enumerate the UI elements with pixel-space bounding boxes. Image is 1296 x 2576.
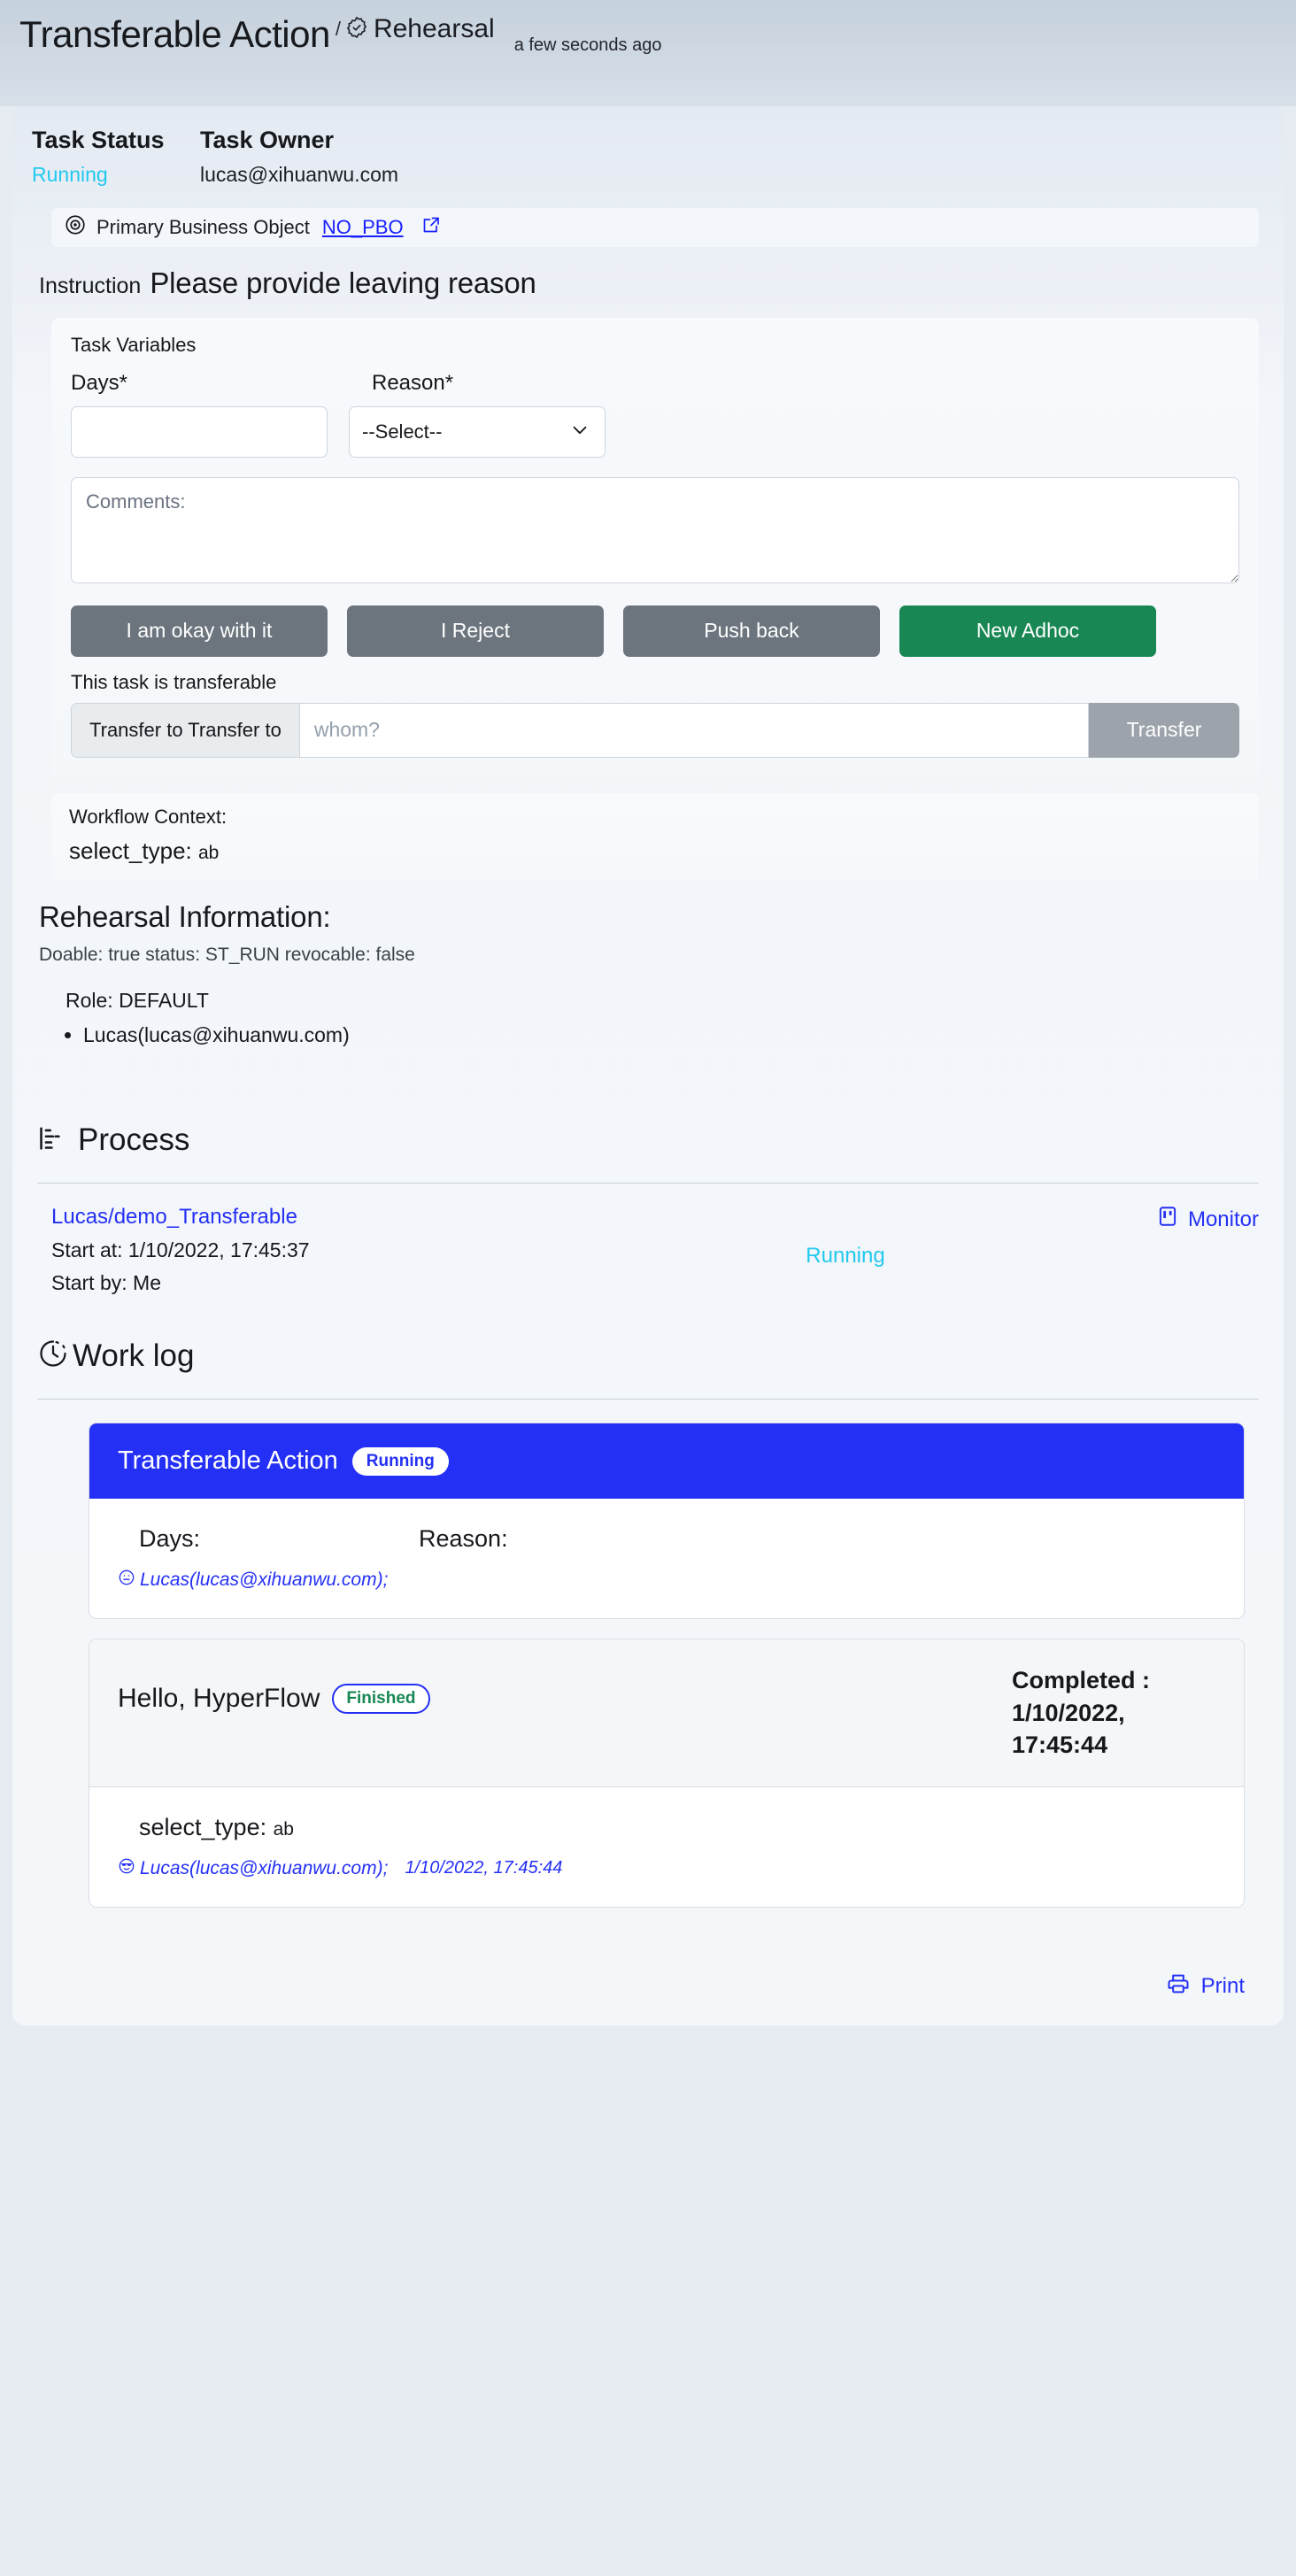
pbo-label: Primary Business Object: [96, 215, 310, 238]
completed-block: Completed : 1/10/2022, 17:45:44: [1012, 1664, 1215, 1761]
worklog-card-header: Hello, HyperFlow Finished Completed : 1/…: [89, 1639, 1244, 1787]
monitor-button[interactable]: Monitor: [1156, 1205, 1259, 1234]
process-section-header: Process: [37, 1122, 1284, 1158]
worklog-actor: Lucas(lucas@xihuanwu.com); 1/10/2022, 17…: [118, 1857, 1215, 1880]
status-badge: Running: [351, 1446, 449, 1476]
process-start-at: Start at: 1/10/2022, 17:45:37: [51, 1238, 310, 1262]
task-variables-title: Task Variables: [71, 333, 197, 356]
primary-business-object-bar: Primary Business Object NO_PBO: [51, 207, 1259, 247]
task-owner-label: Task Owner: [200, 127, 335, 153]
comments-textarea[interactable]: [71, 476, 1239, 583]
push-back-button[interactable]: Push back: [623, 605, 880, 657]
completed-value: 1/10/2022, 17:45:44: [1012, 1699, 1125, 1759]
external-link-icon[interactable]: [420, 214, 442, 240]
sunglasses-face-icon: [118, 1857, 135, 1880]
transfer-row: Transfer to Transfer to Transfer: [71, 702, 1239, 758]
task-status-block: Task Status Running: [32, 126, 200, 187]
process-link[interactable]: Lucas/demo_Transferable: [51, 1205, 297, 1229]
transferable-note: This task is transferable: [71, 670, 277, 693]
process-list-icon: [37, 1123, 67, 1158]
workflow-context-card: Workflow Context: select_type: ab: [51, 792, 1259, 881]
time-ago: a few seconds ago: [513, 35, 662, 55]
process-summary-row: Lucas/demo_Transferable Start at: 1/10/2…: [51, 1205, 1259, 1295]
worklog-card-header: Transferable Action Running: [89, 1423, 1244, 1500]
printer-icon: [1166, 1971, 1191, 2002]
page-footer: Print: [12, 1955, 1284, 2025]
status-badge: Finished: [332, 1684, 430, 1715]
print-button[interactable]: Print: [1166, 1971, 1245, 2002]
task-detail-panel: Task Status Running Task Owner lucas@xih…: [12, 106, 1284, 1955]
action-buttons: I am okay with it I Reject Push back New…: [71, 605, 1239, 657]
rehearsal-heading: Rehearsal Information:: [39, 899, 331, 933]
monitor-label: Monitor: [1187, 1207, 1259, 1231]
monitor-icon: [1156, 1205, 1179, 1234]
days-label: Days*: [71, 370, 128, 395]
pbo-link[interactable]: NO_PBO: [322, 216, 404, 239]
task-status-value: Running: [32, 162, 108, 186]
divider: [37, 1183, 1259, 1184]
workflow-context-title: Workflow Context:: [69, 805, 228, 828]
process-heading: Process: [78, 1122, 190, 1158]
worklog-card-title: Transferable Action: [118, 1446, 338, 1476]
clock-icon: [37, 1338, 69, 1374]
approve-button[interactable]: I am okay with it: [71, 605, 328, 657]
new-adhoc-button[interactable]: New Adhoc: [899, 605, 1156, 657]
neutral-face-icon: [118, 1569, 135, 1592]
reject-button[interactable]: I Reject: [347, 605, 604, 657]
page-header: Transferable Action / Rehearsal a few se…: [0, 0, 1296, 106]
instruction-label: Instruction: [39, 273, 142, 298]
task-summary: Task Status Running Task Owner lucas@xih…: [12, 106, 1284, 199]
worklog-timestamp: 1/10/2022, 17:45:44: [405, 1858, 563, 1878]
worklog-var-key: select_type:: [139, 1813, 267, 1840]
rehearsal-summary: Doable: true status: ST_RUN revocable: f…: [39, 944, 415, 965]
breadcrumb: Transferable Action / Rehearsal: [19, 13, 495, 55]
worklog-var-value: ab: [273, 1818, 294, 1839]
days-input[interactable]: [71, 405, 328, 458]
worklog-section-header: Work log: [37, 1338, 1284, 1374]
task-status-label: Task Status: [32, 127, 165, 153]
transfer-to-input[interactable]: [298, 702, 1089, 758]
worklog-actor: Lucas(lucas@xihuanwu.com);: [118, 1569, 1215, 1592]
task-variables-card: Task Variables Days* Reason* --Select-- …: [51, 317, 1259, 777]
reason-label: Reason*: [372, 370, 454, 395]
workflow-context-value: ab: [197, 842, 220, 863]
list-item: Lucas(lucas@xihuanwu.com): [83, 1020, 1284, 1051]
instruction-text: Please provide leaving reason: [150, 266, 536, 299]
instruction-row: Instruction Please provide leaving reaso…: [12, 247, 1284, 305]
transfer-addon-label: Transfer to Transfer to: [71, 702, 299, 758]
worklog-card: Transferable Action Running Days: Reason…: [89, 1423, 1245, 1620]
worklog-card: Hello, HyperFlow Finished Completed : 1/…: [89, 1639, 1245, 1908]
divider: [37, 1399, 1259, 1400]
reason-select[interactable]: --Select--: [349, 405, 606, 458]
days-readonly-label: Days:: [139, 1525, 201, 1553]
worklog-card-body: select_type: ab Lucas(lucas@xihuanwu.com…: [89, 1787, 1244, 1907]
rehearsal-member-list: Lucas(lucas@xihuanwu.com): [53, 1020, 1284, 1051]
process-state: Running: [806, 1244, 885, 1269]
worklog-actor-name: Lucas(lucas@xihuanwu.com);: [140, 1570, 389, 1591]
worklog-actor-name: Lucas(lucas@xihuanwu.com);: [140, 1857, 389, 1878]
target-icon: [64, 213, 87, 241]
worklog-card-title: Hello, HyperFlow: [118, 1684, 320, 1714]
breadcrumb-separator: /: [335, 18, 341, 40]
worklog-heading: Work log: [73, 1338, 195, 1373]
transfer-button[interactable]: Transfer: [1089, 702, 1239, 758]
task-owner-value: lucas@xihuanwu.com: [200, 162, 399, 186]
breadcrumb-rehearsal: Rehearsal: [373, 14, 495, 43]
rehearsal-role: Role: DEFAULT: [66, 988, 209, 1012]
reason-readonly-label: Reason:: [419, 1525, 508, 1553]
process-start-by: Start by: Me: [51, 1271, 161, 1295]
task-owner-block: Task Owner lucas@xihuanwu.com: [200, 126, 398, 187]
workflow-context-key: select_type:: [69, 837, 192, 864]
seal-check-icon: [344, 15, 369, 44]
worklog-card-body: Days: Reason: Lucas(lucas@xihuanwu.com);: [89, 1499, 1244, 1618]
completed-label: Completed :: [1012, 1667, 1151, 1694]
print-label: Print: [1200, 1974, 1245, 1999]
reason-select-value: --Select--: [362, 420, 443, 443]
page-title: Transferable Action: [19, 13, 330, 55]
